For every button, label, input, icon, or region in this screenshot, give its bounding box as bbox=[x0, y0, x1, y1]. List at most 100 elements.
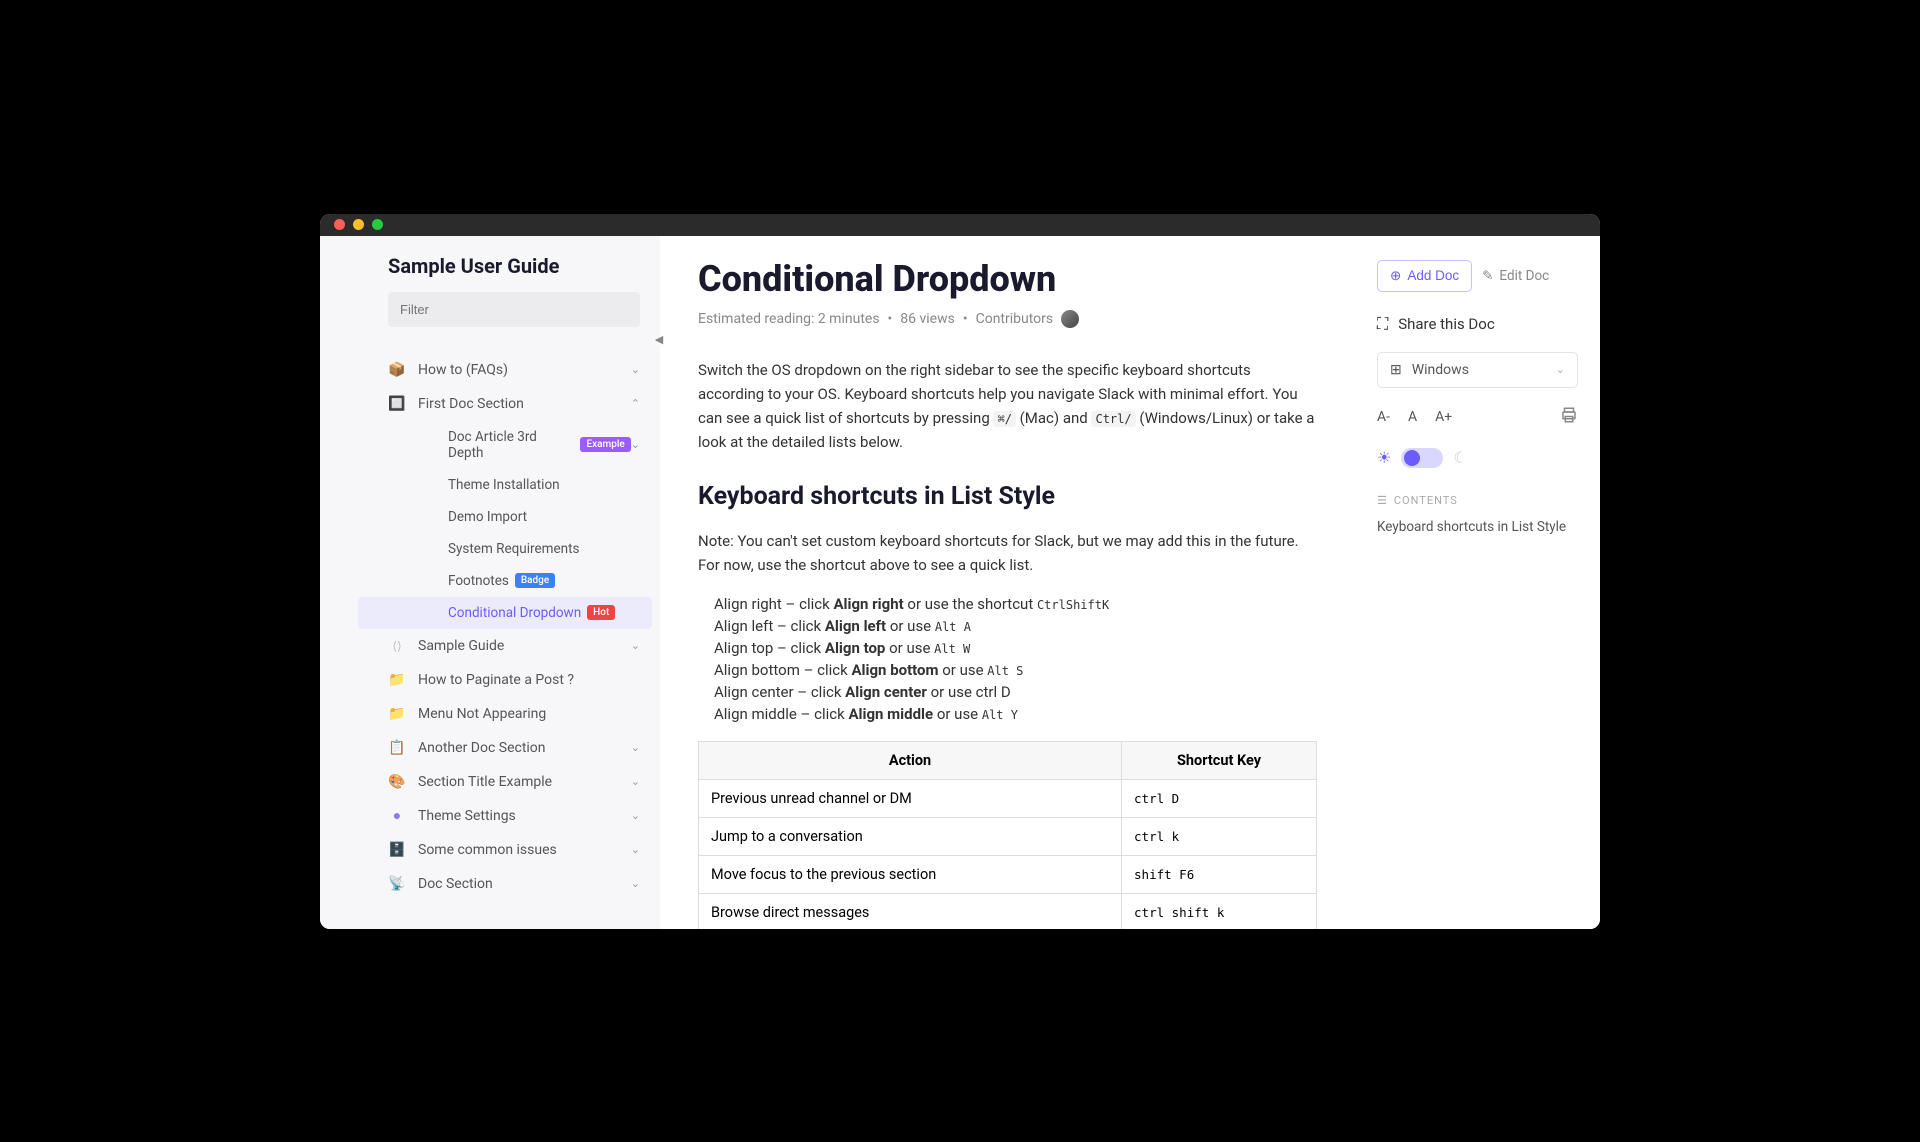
wheel-icon: 🎨 bbox=[388, 773, 406, 791]
share-label: Share this Doc bbox=[1398, 315, 1494, 333]
window-titlebar bbox=[320, 214, 1600, 236]
print-icon bbox=[1560, 406, 1578, 424]
nav-label: Section Title Example bbox=[418, 774, 552, 790]
view-count: 86 views bbox=[900, 311, 955, 327]
contents-heading: ☰ CONTENTS bbox=[1377, 494, 1578, 507]
share-doc-row[interactable]: ⛶ Share this Doc bbox=[1377, 314, 1578, 334]
nav-another-doc[interactable]: 📋 Another Doc Section ⌄ bbox=[320, 731, 660, 765]
font-decrease-button[interactable]: A- bbox=[1377, 409, 1390, 425]
nav-label: System Requirements bbox=[448, 541, 579, 557]
list-item: Align middle – click Align middle or use… bbox=[714, 705, 1317, 723]
windows-icon: ⊞ bbox=[1390, 362, 1402, 378]
nav-how-to-faqs[interactable]: 📦 How to (FAQs) ⌄ bbox=[320, 353, 660, 387]
nav-theme-settings[interactable]: ● Theme Settings ⌄ bbox=[320, 799, 660, 833]
badge-badge: Badge bbox=[515, 573, 555, 588]
font-increase-button[interactable]: A+ bbox=[1435, 409, 1452, 425]
sidebar-collapse-handle[interactable]: ◀ bbox=[650, 331, 668, 349]
chevron-down-icon: ⌄ bbox=[631, 741, 640, 754]
nav-common-issues[interactable]: 🗄️ Some common issues ⌄ bbox=[320, 833, 660, 867]
nav-label: Doc Section bbox=[418, 876, 493, 892]
nav-sub-conditional-dropdown[interactable]: Conditional Dropdown Hot bbox=[358, 597, 652, 629]
list-item: Align center – click Align center or use… bbox=[714, 683, 1317, 701]
badge-example: Example bbox=[580, 437, 630, 452]
nav-label: How to (FAQs) bbox=[418, 362, 508, 378]
font-reset-button[interactable]: A bbox=[1408, 409, 1417, 425]
col-action: Action bbox=[699, 741, 1122, 779]
meta-sep: • bbox=[963, 311, 968, 327]
box-icon: 📦 bbox=[388, 361, 406, 379]
nav-sub-system-req[interactable]: System Requirements bbox=[350, 533, 660, 565]
chevron-down-icon: ⌄ bbox=[1556, 363, 1565, 376]
os-dropdown[interactable]: ⊞ Windows ⌄ bbox=[1377, 352, 1578, 388]
right-sidebar: ⊕ Add Doc ✎ Edit Doc ⛶ Share this Doc ⊞ … bbox=[1355, 236, 1600, 929]
nav-first-doc-section[interactable]: 🔲 First Doc Section ⌃ bbox=[320, 387, 660, 421]
main-content: Conditional Dropdown Estimated reading: … bbox=[660, 236, 1355, 929]
meta-sep: • bbox=[888, 311, 893, 327]
chevron-down-icon: ⌄ bbox=[631, 877, 640, 890]
os-value: Windows bbox=[1412, 362, 1469, 378]
list-item: Align bottom – click Align bottom or use… bbox=[714, 661, 1317, 679]
nav-section-title-ex[interactable]: 🎨 Section Title Example ⌄ bbox=[320, 765, 660, 799]
print-button[interactable] bbox=[1560, 406, 1578, 428]
contributor-avatar[interactable] bbox=[1061, 310, 1079, 328]
chevron-down-icon: ⌄ bbox=[631, 438, 640, 451]
shortcut-list: Align right – click Align right or use t… bbox=[698, 595, 1317, 723]
nav-doc-section[interactable]: 📡 Doc Section ⌄ bbox=[320, 867, 660, 901]
edit-icon: ✎ bbox=[1482, 268, 1493, 284]
toc-item[interactable]: Keyboard shortcuts in List Style bbox=[1377, 519, 1578, 535]
folder-icon: 📁 bbox=[388, 671, 406, 689]
nav-label: Theme Installation bbox=[448, 477, 560, 493]
minimize-window-button[interactable] bbox=[353, 219, 364, 230]
contributors-label: Contributors bbox=[976, 311, 1054, 327]
page-title: Conditional Dropdown bbox=[698, 258, 1317, 300]
add-doc-button[interactable]: ⊕ Add Doc bbox=[1377, 260, 1472, 292]
grid-icon: 🔲 bbox=[388, 395, 406, 413]
sidebar: Sample User Guide ◀ 📦 How to (FAQs) ⌄ 🔲 … bbox=[320, 236, 660, 929]
section-heading: Keyboard shortcuts in List Style bbox=[698, 482, 1317, 511]
kbd-mac: ⌘/ bbox=[993, 411, 1015, 427]
sun-icon: ☀ bbox=[1377, 448, 1391, 467]
nav-label: Some common issues bbox=[418, 842, 557, 858]
database-icon: 🗄️ bbox=[388, 841, 406, 859]
nav-label: Theme Settings bbox=[418, 808, 516, 824]
nav-label: Footnotes bbox=[448, 573, 509, 589]
code-icon: ⟨⟩ bbox=[388, 637, 406, 655]
shortcut-table: Action Shortcut Key Previous unread chan… bbox=[698, 741, 1317, 929]
col-shortcut: Shortcut Key bbox=[1122, 741, 1317, 779]
nav-label: Conditional Dropdown bbox=[448, 605, 581, 621]
sidebar-title: Sample User Guide bbox=[320, 254, 660, 292]
theme-toggle[interactable] bbox=[1401, 448, 1443, 468]
nav-label: Sample Guide bbox=[418, 638, 504, 654]
badge-hot: Hot bbox=[587, 605, 615, 620]
nav-sub-demo-import[interactable]: Demo Import bbox=[350, 501, 660, 533]
nav-paginate-post[interactable]: 📁 How to Paginate a Post ? bbox=[320, 663, 660, 697]
close-window-button[interactable] bbox=[334, 219, 345, 230]
intro-paragraph: Switch the OS dropdown on the right side… bbox=[698, 358, 1317, 454]
nav-sub-footnotes[interactable]: Footnotes Badge bbox=[350, 565, 660, 597]
chevron-down-icon: ⌄ bbox=[631, 809, 640, 822]
nav-label: How to Paginate a Post ? bbox=[418, 672, 574, 688]
page-meta: Estimated reading: 2 minutes • 86 views … bbox=[698, 310, 1317, 328]
nav-sub-doc-article-3rd[interactable]: Doc Article 3rd Depth Example ⌄ bbox=[350, 421, 660, 469]
maximize-window-button[interactable] bbox=[372, 219, 383, 230]
nav-label: Demo Import bbox=[448, 509, 527, 525]
circle-icon: ● bbox=[388, 807, 406, 825]
filter-input[interactable] bbox=[388, 292, 640, 327]
nav-label: Doc Article 3rd Depth bbox=[448, 429, 574, 461]
satellite-icon: 📡 bbox=[388, 875, 406, 893]
moon-icon: ☾ bbox=[1453, 448, 1467, 467]
nav-label: Another Doc Section bbox=[418, 740, 546, 756]
nav-label: Menu Not Appearing bbox=[418, 706, 546, 722]
table-row: Jump to a conversationctrl k bbox=[699, 817, 1317, 855]
chevron-down-icon: ⌄ bbox=[631, 843, 640, 856]
add-doc-label: Add Doc bbox=[1407, 268, 1459, 283]
chevron-down-icon: ⌄ bbox=[631, 775, 640, 788]
nav-menu-not-appearing[interactable]: 📁 Menu Not Appearing bbox=[320, 697, 660, 731]
list-icon: ☰ bbox=[1377, 494, 1388, 507]
share-icon: ⛶ bbox=[1377, 314, 1388, 334]
nav-sample-guide[interactable]: ⟨⟩ Sample Guide ⌄ bbox=[320, 629, 660, 663]
edit-doc-button[interactable]: ✎ Edit Doc bbox=[1482, 260, 1549, 292]
table-row: Browse direct messagesctrl shift k bbox=[699, 893, 1317, 929]
list-item: Align left – click Align left or use Alt… bbox=[714, 617, 1317, 635]
nav-sub-theme-install[interactable]: Theme Installation bbox=[350, 469, 660, 501]
